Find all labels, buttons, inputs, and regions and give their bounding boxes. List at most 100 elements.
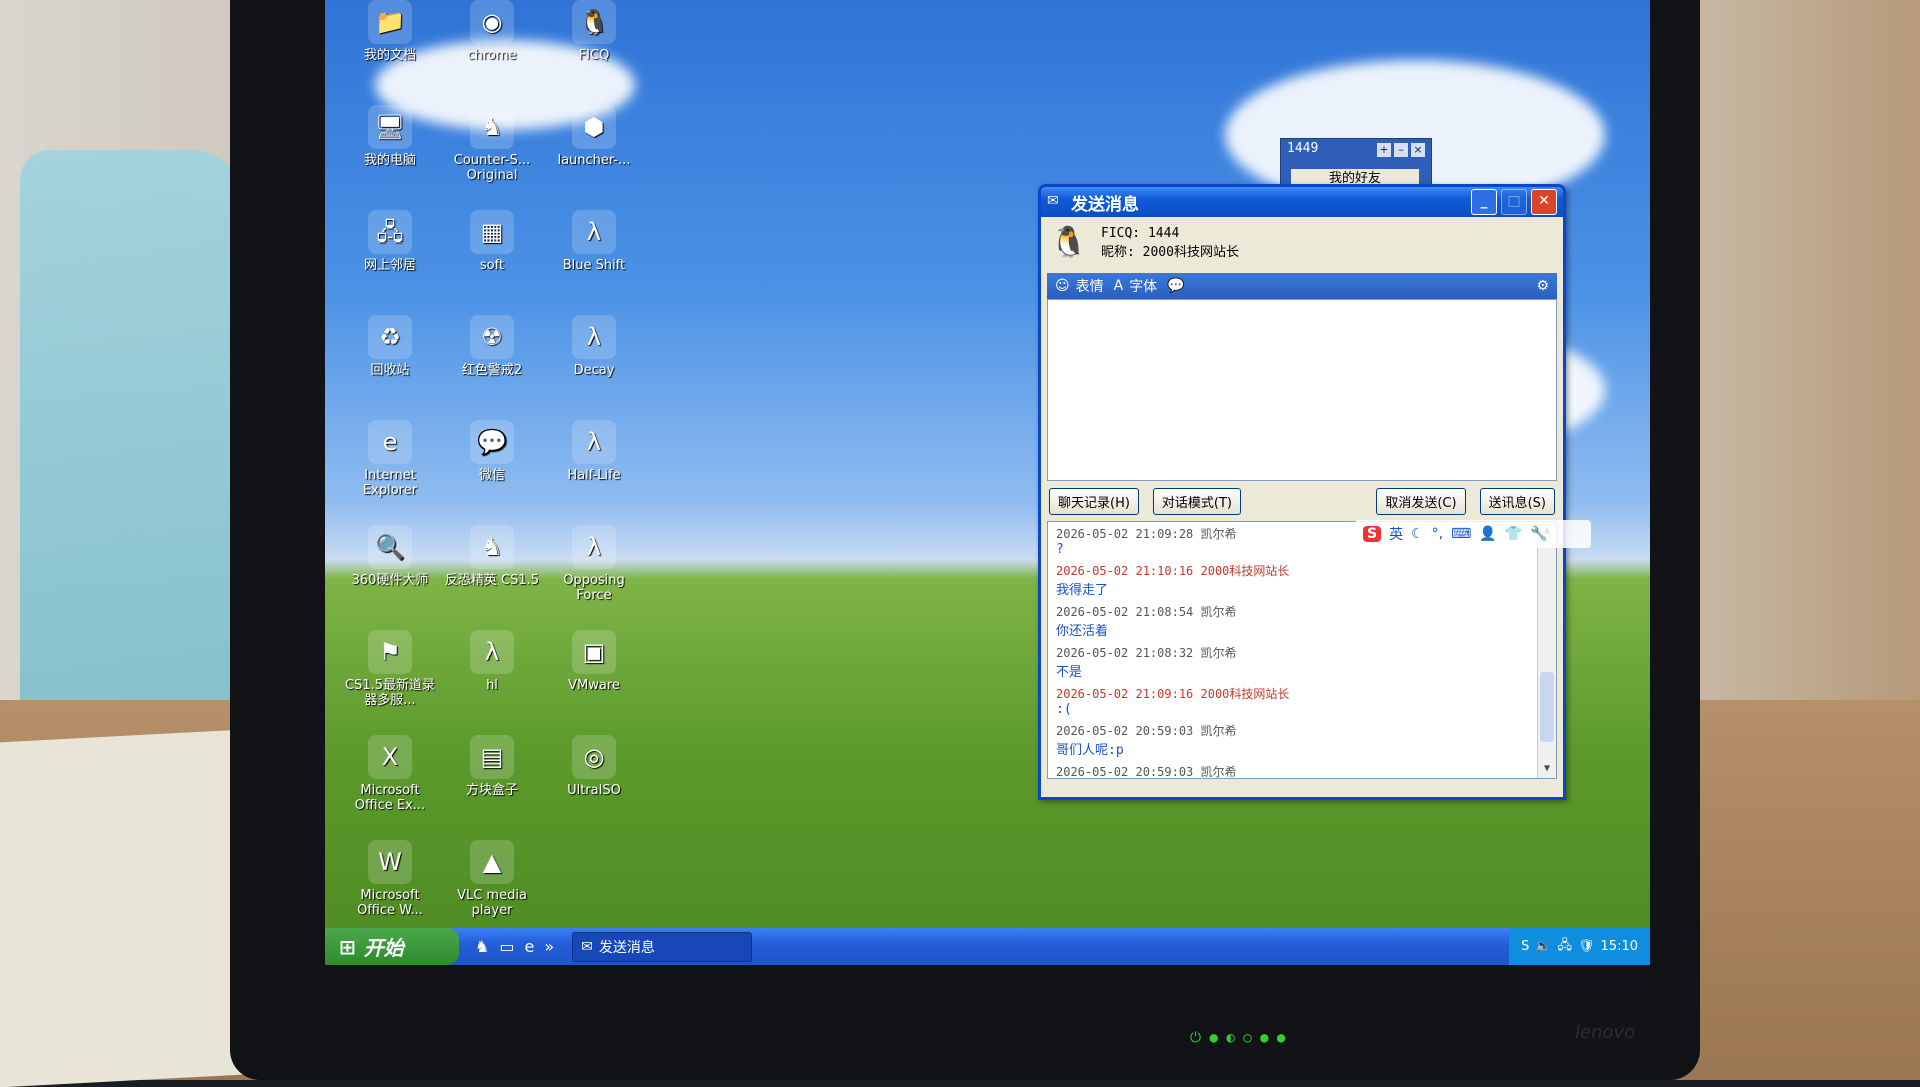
desktop-icon-cs15-recorder[interactable]: ⚑ CS1.5最新道录器多服... <box>340 630 440 708</box>
settings-icon[interactable]: ⚙ <box>1536 278 1549 294</box>
windows-logo-icon: ⊞ <box>339 934 356 959</box>
volume-icon[interactable]: 🔈 <box>1535 939 1551 954</box>
recycle-bin-icon: ♻ <box>368 315 412 359</box>
desktop-icon-chrome[interactable]: ◉ chrome <box>442 0 542 63</box>
close-button[interactable]: ✕ <box>1531 189 1557 215</box>
message-meta: 2026-05-02 20:59:03 凯尔希 <box>1056 765 1237 779</box>
show-desktop-icon[interactable]: ▭ <box>499 937 514 956</box>
red-alert-icon: ☢ <box>470 315 514 359</box>
keyboard-icon[interactable]: ⌨ <box>1451 526 1471 542</box>
scroll-down-icon[interactable]: ▼ <box>1538 760 1556 778</box>
message-meta: 2026-05-02 21:08:54 凯尔希 <box>1056 605 1237 619</box>
network-icon[interactable]: 🖧 <box>1558 936 1573 958</box>
desktop-icon-internet-explorer[interactable]: e Internet Explorer <box>340 420 440 498</box>
desktop-icon-opposing-force[interactable]: λ Opposing Force <box>544 525 644 603</box>
contact-avatar: 🐧 <box>1050 225 1088 260</box>
desktop-icon-label: launcher-... <box>557 153 631 168</box>
desktop-icon-hl[interactable]: λ hl <box>442 630 542 693</box>
half-life-icon: λ <box>572 420 616 464</box>
desktop-icon-label: Microsoft Office W... <box>357 888 423 918</box>
chat-history-button[interactable]: 聊天记录(H) <box>1049 487 1139 515</box>
launcher-icon: ⬢ <box>572 105 616 149</box>
message-body: 我得走了 <box>1056 583 1109 598</box>
action-buttons: 聊天记录(H) 对话模式(T) 取消发送(C) 送讯息(S) <box>1041 481 1563 521</box>
desktop-icon-label: Decay <box>573 363 615 378</box>
ficq-icon: 🐧 <box>572 0 616 44</box>
message-body: 你还活着 <box>1056 624 1109 639</box>
desktop-icon-ms-word[interactable]: W Microsoft Office W... <box>340 840 440 918</box>
desktop-icon-label: Internet Explorer <box>362 468 418 498</box>
message-entry: 2026-05-02 20:59:03 凯尔希 哥们人呢:p <box>1048 719 1556 760</box>
ie-icon[interactable]: e <box>524 937 534 956</box>
desktop-icon-label: VMware <box>568 678 620 693</box>
desktop-icon-ficq[interactable]: 🐧 FICQ <box>544 0 644 63</box>
desktop-icon-blue-shift[interactable]: λ Blue Shift <box>544 210 644 273</box>
message-meta: 2026-05-02 20:59:03 凯尔希 <box>1056 724 1237 738</box>
screen: 📁 我的文档 ◉ chrome 🐧 FICQ 🖥 我的电脑 ♞ Counter-S... Orig… <box>325 0 1650 965</box>
shirt-icon[interactable]: 👕 <box>1505 526 1522 542</box>
emoji-button[interactable]: ☺ 表情 <box>1055 276 1104 296</box>
desktop-icon-counter-strike[interactable]: ♞ Counter-S... Original <box>442 105 542 183</box>
window-controls: _ □ ✕ <box>1471 189 1557 215</box>
punctuation-icon[interactable]: °, <box>1432 526 1443 542</box>
moon-icon[interactable]: ☾ <box>1411 526 1424 542</box>
window-titlebar[interactable]: ✉ 发送消息 _ □ ✕ <box>1041 187 1563 217</box>
clock[interactable]: 15:10 <box>1601 939 1638 954</box>
wrench-icon[interactable]: 🔧 <box>1530 526 1547 542</box>
ms-word-icon: W <box>368 840 412 884</box>
desktop-icon-my-documents[interactable]: 📁 我的文档 <box>340 0 440 63</box>
message-list: 2026-05-02 21:09:28 凯尔希? 2026-05-02 21:10… <box>1048 522 1556 779</box>
taskbar-send-message[interactable]: ✉ 发送消息 <box>572 931 753 962</box>
desktop-icon-ultraiso[interactable]: ◎ UltraISO <box>544 735 644 798</box>
chat-bubble-icon[interactable]: 💬 <box>1167 278 1184 294</box>
desktop-icon-label: 我的电脑 <box>363 153 416 168</box>
sogou-tray-icon[interactable]: S <box>1521 939 1529 954</box>
desktop-icon-launcher[interactable]: ⬢ launcher-... <box>544 105 644 168</box>
chevron-icon[interactable]: » <box>544 937 554 956</box>
sogou-icon[interactable]: S <box>1363 526 1382 542</box>
desktop-icon-recycle-bin[interactable]: ♻ 回收站 <box>340 315 440 378</box>
counter-strike-icon[interactable]: ♞ <box>475 937 489 956</box>
user-icon[interactable]: 👤 <box>1479 526 1496 542</box>
security-icon[interactable]: 🛡 <box>1578 939 1595 954</box>
internet-explorer-icon: e <box>368 420 412 464</box>
message-input[interactable] <box>1047 299 1557 481</box>
message-body: 不是 <box>1056 665 1083 680</box>
desktop-icon-red-alert[interactable]: ☢ 红色警戒2 <box>442 315 542 378</box>
desktop-icon-minecraft-box[interactable]: ▤ 方块盒子 <box>442 735 542 798</box>
minimize-button[interactable]: _ <box>1471 189 1497 215</box>
history-scrollbar[interactable]: ▲ ▼ <box>1537 522 1556 778</box>
desktop-icon-my-computer[interactable]: 🖥 我的电脑 <box>340 105 440 168</box>
message-entry: 2026-05-02 20:59:03 凯尔希 <box>1048 760 1556 779</box>
desktop-icon-wechat[interactable]: 💬 微信 <box>442 420 542 483</box>
maximize-button: □ <box>1501 189 1527 215</box>
ime-language[interactable]: 英 <box>1389 524 1403 544</box>
desktop-icon-cs15[interactable]: ♞ 反恐精英 CS1.5 <box>442 525 542 588</box>
status-leds: ⏻ ● ◐ ○ ● ● <box>1190 1030 1286 1046</box>
add-icon[interactable]: + <box>1377 143 1391 157</box>
counter-strike-icon: ♞ <box>470 105 514 149</box>
close-button[interactable]: × <box>1411 143 1425 157</box>
message-history[interactable]: 2026-05-02 21:09:28 凯尔希? 2026-05-02 21:10… <box>1047 521 1557 779</box>
font-label: 字体 <box>1129 279 1158 295</box>
lenovo-logo: lenovo <box>1575 1022 1636 1043</box>
dialog-mode-button[interactable]: 对话模式(T) <box>1152 487 1242 515</box>
task-label: 发送消息 <box>598 939 655 956</box>
desktop-icon-vlc[interactable]: ▲ VLC media player <box>442 840 542 918</box>
desktop-icon-hardware-master[interactable]: 🔍 360硬件大师 <box>340 525 440 588</box>
desktop-icon-half-life[interactable]: λ Half-Life <box>544 420 644 483</box>
message-icon: ✉ <box>581 938 593 955</box>
start-button[interactable]: ⊞ 开始 <box>325 928 459 965</box>
cancel-send-button[interactable]: 取消发送(C) <box>1376 487 1466 515</box>
send-message-button[interactable]: 送讯息(S) <box>1479 487 1555 515</box>
scroll-thumb[interactable] <box>1540 672 1554 742</box>
my-documents-icon: 📁 <box>368 0 412 44</box>
desktop-icon-vmware[interactable]: ▣ VMware <box>544 630 644 693</box>
desktop-icon-soft[interactable]: ▦ soft <box>442 210 542 273</box>
minimize-button[interactable]: – <box>1394 143 1408 157</box>
desktop-icon-network[interactable]: 🖧 网上邻居 <box>340 210 440 273</box>
desktop-icon-ms-excel[interactable]: X Microsoft Office Ex... <box>340 735 440 813</box>
font-button[interactable]: A 字体 <box>1114 276 1158 296</box>
desktop-icon-decay[interactable]: λ Decay <box>544 315 644 378</box>
ime-toolbar[interactable]: S 英 ☾ °, ⌨ 👤 👕 🔧 <box>1355 520 1591 548</box>
